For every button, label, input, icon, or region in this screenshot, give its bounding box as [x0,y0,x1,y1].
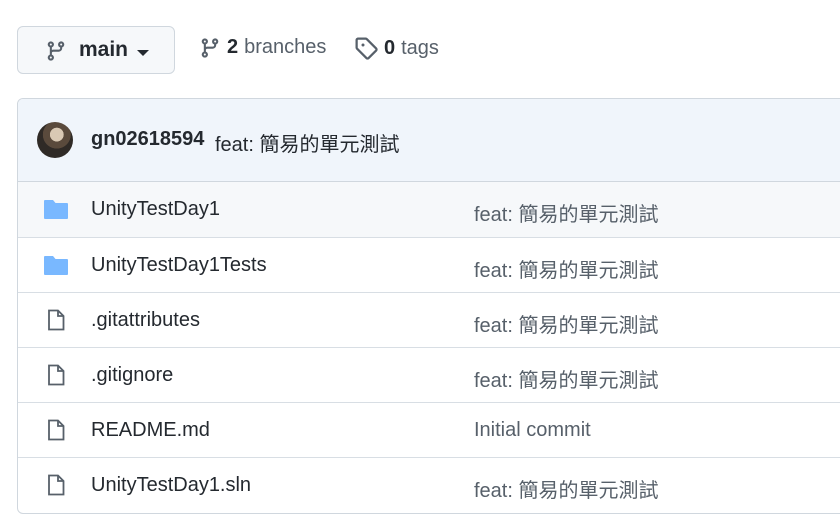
file-icon [48,419,65,441]
file-list: gn02618594 feat: 簡易的單元測試 UnityTestDay1 fe… [17,98,840,514]
file-icon [48,474,65,496]
file-commit-message[interactable]: feat: 簡易的單元測試 [474,474,658,503]
caret-down-icon [137,50,149,56]
git-branch-icon [201,37,219,58]
folder-icon [44,200,68,219]
file-commit-message[interactable]: feat: 簡易的單元測試 [474,254,658,283]
file-row[interactable]: UnityTestDay1 feat: 簡易的單元測試 [18,182,840,237]
file-name[interactable]: UnityTestDay1 [91,198,220,221]
branches-link[interactable]: 2 branches [199,36,326,59]
commit-message[interactable]: feat: 簡易的單元測試 [215,128,399,157]
tags-count: 0 [384,36,396,59]
commit-author[interactable]: gn02618594 [91,128,204,151]
file-row[interactable]: UnityTestDay1.sln feat: 簡易的單元測試 [18,457,840,512]
tags-label: tags [401,36,439,59]
file-row[interactable]: UnityTestDay1Tests feat: 簡易的單元測試 [18,237,840,292]
file-row[interactable]: README.md Initial commit [18,402,840,457]
branch-name: main [79,38,129,61]
file-name[interactable]: UnityTestDay1.sln [91,474,251,497]
branches-count: 2 [227,36,239,58]
file-commit-message[interactable]: feat: 簡易的單元測試 [474,309,658,338]
folder-icon [44,256,68,275]
file-name[interactable]: README.md [91,419,210,442]
file-row[interactable]: .gitattributes feat: 簡易的單元測試 [18,292,840,347]
file-name[interactable]: .gitattributes [91,309,200,332]
file-name[interactable]: UnityTestDay1Tests [91,254,267,277]
file-commit-message[interactable]: Initial commit [474,419,591,442]
file-name[interactable]: .gitignore [91,364,173,387]
tags-link[interactable]: 0 tags [354,36,439,60]
tag-icon [355,37,378,60]
file-commit-message[interactable]: feat: 簡易的單元測試 [474,364,658,393]
avatar[interactable] [37,122,73,158]
branch-select-button[interactable]: main [17,26,175,74]
file-icon [48,364,65,386]
file-row[interactable]: .gitignore feat: 簡易的單元測試 [18,347,840,402]
latest-commit-header: gn02618594 feat: 簡易的單元測試 [18,99,840,182]
file-commit-message[interactable]: feat: 簡易的單元測試 [474,198,658,227]
branches-label: branches [244,36,327,58]
file-icon [48,309,65,331]
git-branch-icon [47,41,65,61]
